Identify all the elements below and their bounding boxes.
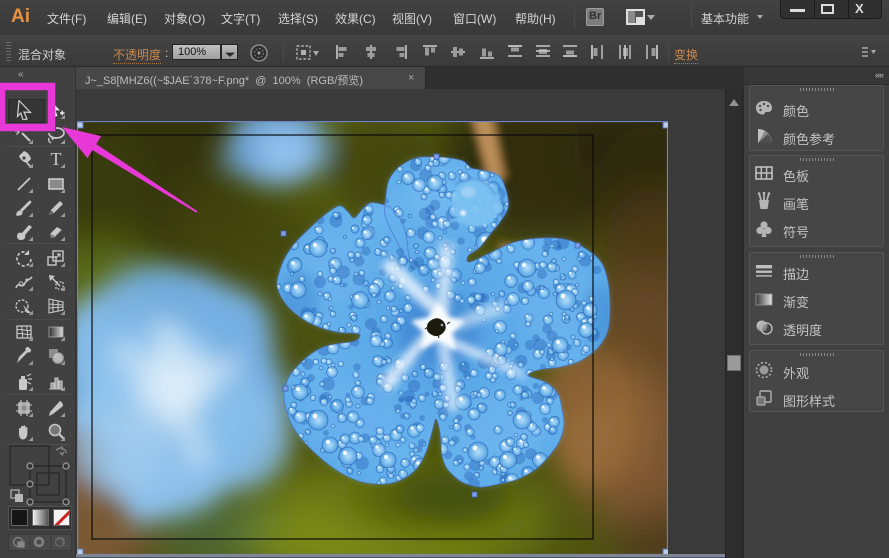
svg-text:T: T bbox=[51, 149, 62, 169]
